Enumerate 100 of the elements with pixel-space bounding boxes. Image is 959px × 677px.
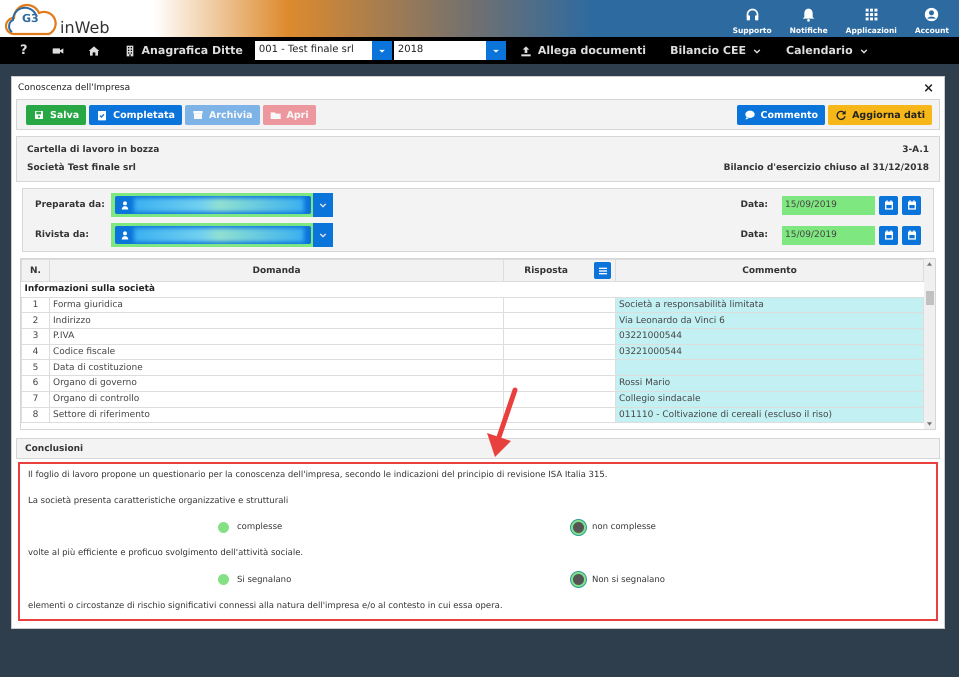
radio-button[interactable] (573, 522, 584, 533)
radio-button[interactable] (218, 522, 229, 533)
bell-icon (801, 7, 816, 22)
calendar-button[interactable] (879, 226, 898, 244)
list-button[interactable] (594, 262, 611, 279)
table-cell: 2 (22, 312, 50, 329)
answer-cell[interactable] (504, 344, 616, 360)
info-text: Cartella di lavoro in bozza (27, 145, 160, 155)
answer-cell[interactable] (504, 360, 616, 376)
answer-cell[interactable] (504, 297, 616, 313)
comment-cell[interactable]: Via Leonardo da Vinci 6 (616, 312, 924, 329)
toolbar-button[interactable]: Commento (736, 105, 826, 125)
answer-cell[interactable] (504, 391, 616, 407)
radio-button[interactable] (218, 574, 229, 586)
scroll-thumb[interactable] (926, 291, 934, 305)
clipboard-check-icon (96, 109, 108, 121)
comment-cell[interactable]: 011110 - Coltivazione di cereali (escluso il riso) (616, 407, 924, 423)
paragraph: volte al più efficiente e proficuo svolgimento dell'attività sociale. (28, 548, 304, 558)
comment-cell[interactable]: Collegio sindacale (616, 391, 924, 407)
table-cell: Forma giuridica (50, 297, 504, 313)
radio-button[interactable] (573, 574, 584, 586)
panel-title: Conoscenza dell'Impresa (18, 83, 130, 93)
user-select-field[interactable] (111, 223, 333, 247)
answer-cell[interactable] (504, 407, 616, 423)
user-icon (120, 230, 130, 240)
section-row: Informazioni sulla società (22, 282, 924, 298)
home-icon (88, 44, 100, 56)
table-cell: Organo di governo (50, 376, 504, 392)
calendar-icon (906, 229, 918, 241)
nav-menu[interactable]: Calendario (774, 37, 881, 64)
column-header: Domanda (50, 260, 504, 282)
info-text: Società Test finale srl (27, 163, 136, 173)
calendar-button[interactable] (879, 196, 898, 214)
logo-mark: G3 (22, 12, 39, 25)
logo-text: inWeb (60, 19, 110, 37)
answer-cell[interactable] (504, 376, 616, 392)
paragraph: elementi o circostanze di rischio significativi connessi alla natura dell'impresa e/o al contesto in cui essa opera. (28, 600, 504, 611)
answer-cell[interactable] (504, 312, 616, 329)
radio-option[interactable]: Si segnalano (218, 574, 573, 586)
calendar-button[interactable] (902, 226, 921, 244)
table-cell: 3 (22, 328, 50, 344)
nav-menu[interactable]: Bilancio CEE (658, 37, 774, 64)
table-cell: P.IVA (50, 328, 504, 344)
table-cell: 4 (22, 344, 50, 360)
table-cell: Data di costituzione (50, 360, 504, 376)
building-icon (124, 44, 136, 56)
close-button[interactable]: × (919, 80, 938, 96)
column-header: Risposta (524, 266, 568, 276)
scroll-down-icon[interactable] (926, 421, 933, 427)
scroll-up-icon[interactable] (926, 261, 933, 267)
radio-option[interactable]: non complesse (573, 522, 928, 533)
archive-box-icon (192, 109, 204, 121)
nav-link[interactable]: Anagrafica Ditte (112, 37, 255, 64)
field-label: Data: (740, 200, 768, 210)
comment-cell[interactable]: 03221000544 (616, 328, 924, 344)
user-icon (120, 200, 130, 210)
comment-cell[interactable]: 03221000544 (616, 344, 924, 360)
radio-option[interactable]: Non si segnalano (573, 574, 928, 586)
table-cell: 6 (22, 376, 50, 392)
account-icon (924, 7, 940, 22)
upload-icon (520, 44, 532, 56)
calendar-icon (882, 199, 894, 211)
comment-cell[interactable]: Società a responsabilità limitata (616, 297, 924, 313)
section-title: Conclusioni (25, 444, 84, 454)
radio-option[interactable]: complesse (218, 522, 573, 533)
table-cell: 1 (22, 297, 50, 313)
select-field[interactable]: 2018 (394, 41, 506, 60)
scrollbar[interactable] (924, 259, 935, 429)
user-select-field[interactable] (111, 193, 333, 217)
calendar-button[interactable] (902, 196, 921, 214)
toolbar-button[interactable]: Aggiorna dati (828, 105, 932, 125)
select-field[interactable]: 001 - Test finale srl (254, 41, 392, 60)
nav-link[interactable]: Allega documenti (508, 37, 658, 64)
calendar-icon (906, 199, 918, 211)
field-label: Rivista da: (35, 230, 90, 240)
toolbar-button[interactable]: Completata (89, 105, 182, 125)
table-cell: 5 (22, 360, 50, 376)
column-header: Commento (616, 260, 924, 282)
headset-icon (744, 7, 760, 22)
field-label: Data: (740, 230, 768, 240)
table-cell: 7 (22, 391, 50, 407)
table-cell: Codice fiscale (50, 344, 504, 360)
date-field[interactable]: 15/09/2019 (782, 196, 875, 214)
column-header: N. (22, 260, 50, 282)
comment-cell[interactable]: Rossi Mario (616, 376, 924, 392)
help-button[interactable]: ? (8, 37, 40, 64)
table-cell: Settore di riferimento (50, 407, 504, 423)
calendar-icon (882, 229, 894, 241)
speech-bubble-icon (744, 109, 756, 121)
answer-cell[interactable] (504, 328, 616, 344)
list-icon (596, 264, 608, 276)
info-text: 3-A.1 (902, 145, 929, 155)
table-cell: 8 (22, 407, 50, 423)
comment-cell[interactable] (616, 360, 924, 376)
paragraph: La società presenta caratteristiche organizzative e strutturali (28, 496, 290, 506)
table-cell: Indirizzo (50, 312, 504, 329)
info-text: Bilancio d'esercizio chiuso al 31/12/2018 (724, 163, 929, 173)
date-field[interactable]: 15/09/2019 (782, 226, 875, 244)
field-label: Preparata da: (35, 200, 106, 210)
paragraph: Il foglio di lavoro propone un questionario per la conoscenza dell'impresa, secondo le indicazioni del principio di revisione ISA Italia 315. (28, 470, 608, 480)
